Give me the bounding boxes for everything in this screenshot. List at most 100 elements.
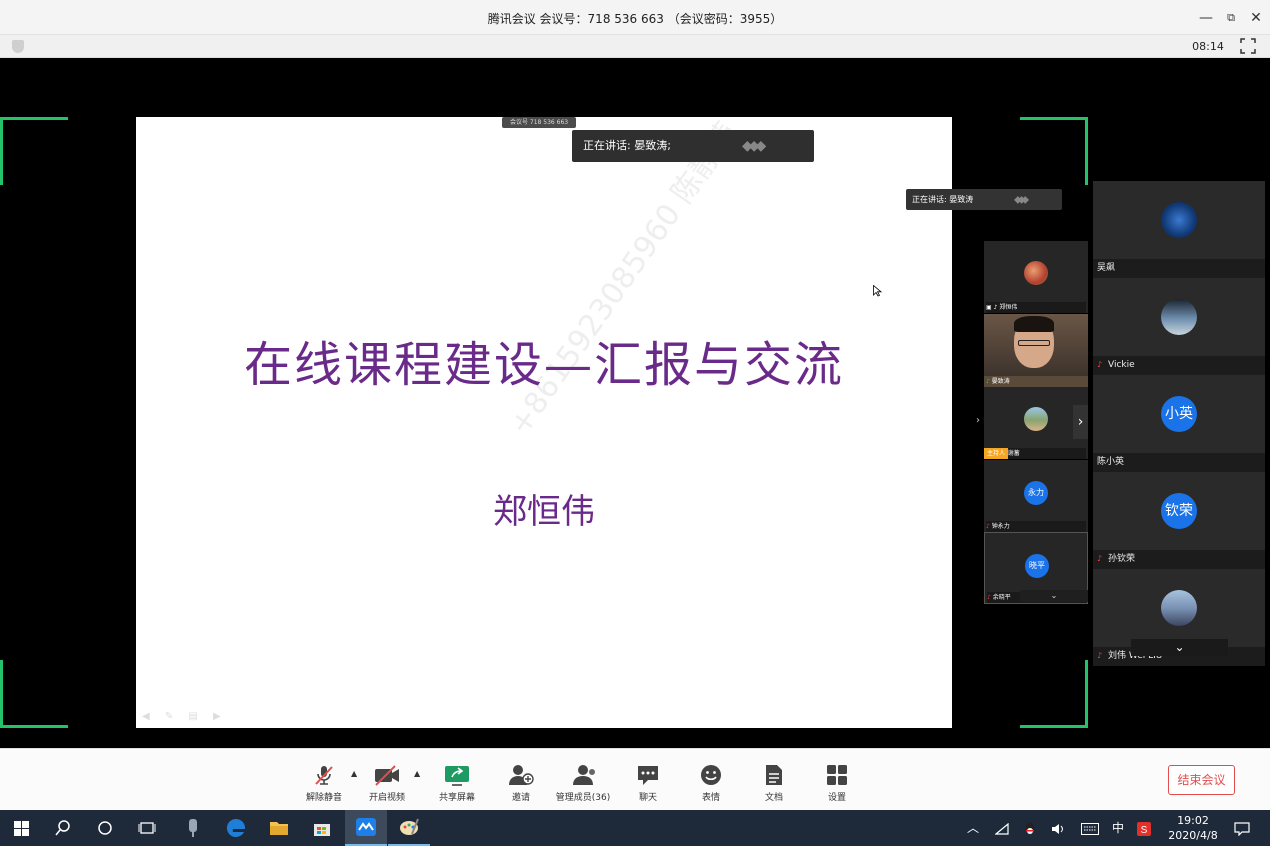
meeting-timer: 08:14 bbox=[1192, 40, 1224, 53]
participant-name: ♪ 钟永力 bbox=[986, 521, 1086, 532]
emoji-label: 表情 bbox=[701, 793, 720, 803]
mic-off-icon bbox=[315, 766, 333, 785]
speaking-indicator: 正在讲话: 晏致涛; ◆◆◆ bbox=[572, 130, 814, 162]
participant-name: ♪ 晏致涛 bbox=[986, 378, 1010, 385]
cortana-icon[interactable] bbox=[84, 810, 126, 846]
participant-video-tile[interactable]: ♪ 晏致涛 bbox=[984, 314, 1088, 387]
ime-indicator[interactable]: 中 bbox=[1106, 810, 1130, 846]
manage-members-button[interactable]: 管理成员(36) bbox=[550, 764, 616, 806]
share-frame-corner bbox=[0, 117, 68, 185]
unmute-button[interactable]: 解除静音 bbox=[291, 764, 357, 806]
notifications-icon[interactable] bbox=[1228, 810, 1256, 846]
share-frame-corner bbox=[1020, 660, 1088, 728]
restore-button[interactable]: ⧉ bbox=[1221, 8, 1241, 28]
participant-name: ♪ Vickie bbox=[1093, 356, 1265, 375]
chevron-left-icon[interactable]: › bbox=[976, 415, 980, 426]
participant-tile[interactable] bbox=[1093, 181, 1265, 259]
start-video-button[interactable]: 开启视频 bbox=[354, 764, 420, 806]
grid-icon bbox=[827, 765, 847, 785]
avatar-initials: 永力 bbox=[1024, 481, 1048, 505]
settings-button[interactable]: 设置 bbox=[804, 764, 870, 806]
document-icon bbox=[766, 765, 782, 785]
participant-tile[interactable] bbox=[1093, 569, 1265, 647]
unmute-label: 解除静音 bbox=[305, 793, 342, 803]
speaking-label-small: 正在讲话: 晏致涛 bbox=[912, 195, 974, 204]
sogou-input-icon[interactable]: S bbox=[1132, 810, 1156, 846]
participant-tile[interactable] bbox=[1093, 278, 1265, 356]
window-title: 腾讯会议 会议号：718 536 663 （会议密码：3955） bbox=[487, 12, 783, 26]
meeting-id-pill: 会议号 718 536 663 bbox=[502, 117, 577, 128]
slide-author: 郑恒伟 bbox=[493, 492, 595, 532]
avatar bbox=[1024, 407, 1048, 431]
participant-name: ♪ 孙钦荣 bbox=[1093, 550, 1265, 569]
avatar bbox=[1161, 299, 1197, 335]
avatar-initials: 晓平 bbox=[1025, 554, 1049, 578]
add-user-icon bbox=[509, 765, 534, 785]
windows-start-icon[interactable] bbox=[0, 810, 42, 846]
speaking-indicator-small: 正在讲话: 晏致涛 ◆◆◆ bbox=[906, 189, 1062, 210]
members-icon bbox=[573, 765, 595, 785]
chat-label: 聊天 bbox=[638, 793, 657, 803]
avatar-initials: 钦荣 bbox=[1161, 493, 1197, 529]
search-icon[interactable] bbox=[42, 810, 84, 846]
volume-icon[interactable] bbox=[1046, 810, 1070, 846]
chat-button[interactable]: 聊天 bbox=[615, 764, 681, 806]
chevron-right-icon[interactable]: › bbox=[1073, 405, 1088, 439]
participant-name: 吴飙 bbox=[1093, 259, 1265, 278]
invite-label: 邀请 bbox=[511, 793, 530, 803]
tencent-meeting-taskbar-icon[interactable] bbox=[345, 810, 387, 846]
settings-label: 设置 bbox=[827, 793, 846, 803]
participant-tile[interactable]: ▣ ♪ 郑恒伟 bbox=[984, 241, 1088, 313]
video-off-icon bbox=[375, 765, 399, 786]
participant-name: ▣ ♪ 郑恒伟 bbox=[986, 302, 1086, 313]
svg-text:S: S bbox=[1141, 825, 1148, 836]
scroll-down-button[interactable]: ⌄ bbox=[1020, 590, 1088, 602]
documents-button[interactable]: 文档 bbox=[741, 764, 807, 806]
smile-icon bbox=[701, 765, 721, 785]
participant-tile[interactable]: 钦荣 bbox=[1093, 472, 1265, 550]
share-screen-button[interactable]: 共享屏幕 bbox=[424, 764, 490, 806]
task-view-icon[interactable] bbox=[126, 810, 168, 846]
avatar-initials: 小英 bbox=[1161, 396, 1197, 432]
clock-time: 19:02 bbox=[1177, 814, 1209, 827]
share-screen-label: 共享屏幕 bbox=[438, 793, 475, 803]
audio-wave-icon: ◆◆◆ bbox=[742, 138, 766, 154]
slide-controls[interactable]: ◀ ✎ ▤ ▶ bbox=[142, 711, 227, 722]
network-icon[interactable] bbox=[990, 810, 1014, 846]
clock-date: 2020/4/8 bbox=[1168, 829, 1218, 842]
invite-button[interactable]: 邀请 bbox=[488, 764, 554, 806]
store-icon[interactable] bbox=[301, 810, 343, 846]
qq-icon[interactable] bbox=[1018, 810, 1042, 846]
scroll-down-button[interactable]: ⌄ bbox=[1131, 639, 1228, 656]
slide-title: 在线课程建设—汇报与交流 bbox=[243, 337, 844, 393]
keyboard-icon[interactable] bbox=[1076, 810, 1104, 846]
video-options-caret[interactable]: ▲ bbox=[414, 769, 420, 778]
avatar bbox=[1161, 590, 1197, 626]
presentation-slide: +8615923085960 陈静蒂 在线课程建设—汇报与交流 郑恒伟 ◀ ✎ … bbox=[136, 116, 952, 728]
participant-name: 陈小英 bbox=[1093, 453, 1265, 472]
participant-tile[interactable]: 小英 bbox=[1093, 375, 1265, 453]
paint-app-icon[interactable] bbox=[388, 810, 430, 846]
emoji-button[interactable]: 表情 bbox=[678, 764, 744, 806]
speaking-label: 正在讲话: 晏致涛; bbox=[583, 139, 671, 152]
file-explorer-icon[interactable] bbox=[258, 810, 300, 846]
end-meeting-button[interactable]: 结束会议 bbox=[1168, 765, 1235, 795]
share-frame-corner bbox=[0, 660, 68, 728]
avatar bbox=[1024, 261, 1048, 285]
documents-label: 文档 bbox=[764, 793, 783, 803]
edge-browser-icon[interactable] bbox=[215, 810, 257, 846]
shield-icon[interactable] bbox=[12, 40, 24, 53]
info-strip: 08:14 bbox=[0, 35, 1270, 58]
system-clock[interactable]: 19:02 2020/4/8 bbox=[1163, 813, 1223, 843]
chat-icon bbox=[638, 766, 658, 785]
start-video-label: 开启视频 bbox=[368, 793, 405, 803]
share-frame-corner bbox=[1020, 117, 1088, 185]
show-hidden-icons-button[interactable]: ︿ bbox=[962, 810, 984, 846]
minimize-button[interactable]: — bbox=[1196, 8, 1216, 28]
participant-name: ♪ 谢蓄 bbox=[1002, 448, 1086, 459]
fullscreen-icon[interactable] bbox=[1240, 38, 1256, 54]
close-button[interactable]: ✕ bbox=[1246, 8, 1266, 28]
microphone-app-icon[interactable] bbox=[172, 810, 214, 846]
participant-tile[interactable]: 永力 ♪ 钟永力 bbox=[984, 460, 1088, 532]
avatar bbox=[1161, 202, 1197, 238]
